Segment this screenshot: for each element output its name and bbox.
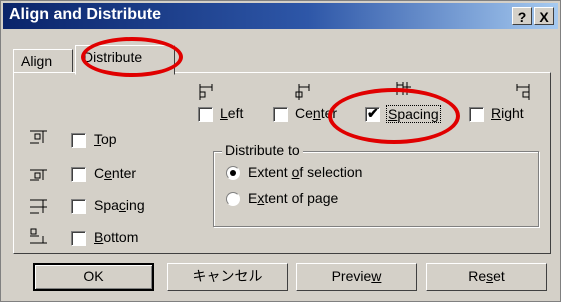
- label-right: Right: [491, 105, 524, 121]
- label-spacing-v: Spacing: [94, 197, 145, 213]
- tab-distribute[interactable]: Distribute: [75, 45, 175, 75]
- checkbox-right[interactable]: [469, 107, 484, 122]
- distribute-spacing-v-icon: [30, 199, 47, 214]
- cancel-button[interactable]: キャンセル: [167, 263, 288, 291]
- align-distribute-dialog: Align and Distribute ? X Align Distribut…: [0, 0, 561, 302]
- preview-button[interactable]: Preview: [296, 263, 417, 291]
- label-spacing-h: Spacing: [386, 105, 441, 123]
- distribute-to-title: Distribute to: [222, 142, 303, 158]
- label-center-v: Center: [94, 165, 137, 181]
- label-extent-selection: Extent of selection: [248, 164, 363, 180]
- reset-button[interactable]: Reset: [426, 263, 547, 291]
- label-extent-page: Extent of page: [248, 190, 339, 206]
- tab-align-label: Align: [21, 53, 53, 69]
- distribute-center-v-icon: [30, 169, 47, 181]
- checkbox-bottom[interactable]: [71, 231, 86, 246]
- radio-extent-page[interactable]: [226, 192, 240, 206]
- distribute-to-group: Distribute to Extent of selection Extent…: [213, 142, 539, 227]
- checkbox-left[interactable]: [198, 107, 213, 122]
- tab-distribute-label: Distribute: [83, 49, 143, 65]
- distribute-spacing-h-icon: [396, 82, 411, 95]
- help-button[interactable]: ?: [512, 7, 532, 25]
- distribute-center-h-icon: [295, 84, 310, 100]
- checkbox-top[interactable]: [71, 133, 86, 148]
- checkbox-center-h[interactable]: [273, 107, 288, 122]
- label-left: Left: [220, 105, 244, 121]
- distribute-top-icon: [30, 130, 47, 144]
- title-bar: Align and Distribute ? X: [3, 3, 558, 29]
- check-mark-icon: ✔: [367, 105, 379, 121]
- ok-button[interactable]: OK: [33, 263, 154, 291]
- distribute-right-icon: [516, 84, 530, 100]
- label-center-h: Center: [295, 105, 338, 121]
- radio-extent-selection[interactable]: [226, 166, 240, 180]
- close-button[interactable]: X: [534, 7, 554, 25]
- checkbox-center-v[interactable]: [71, 167, 86, 182]
- checkbox-spacing-v[interactable]: [71, 199, 86, 214]
- checkbox-spacing-h[interactable]: ✔: [365, 105, 380, 122]
- window-title: Align and Distribute: [9, 6, 161, 23]
- distribute-left-icon: [199, 84, 213, 100]
- tab-align[interactable]: Align: [13, 49, 73, 73]
- label-top: Top: [94, 131, 117, 147]
- radio-dot-icon: [230, 170, 236, 176]
- distribute-bottom-icon: [30, 228, 47, 244]
- label-bottom: Bottom: [94, 229, 139, 245]
